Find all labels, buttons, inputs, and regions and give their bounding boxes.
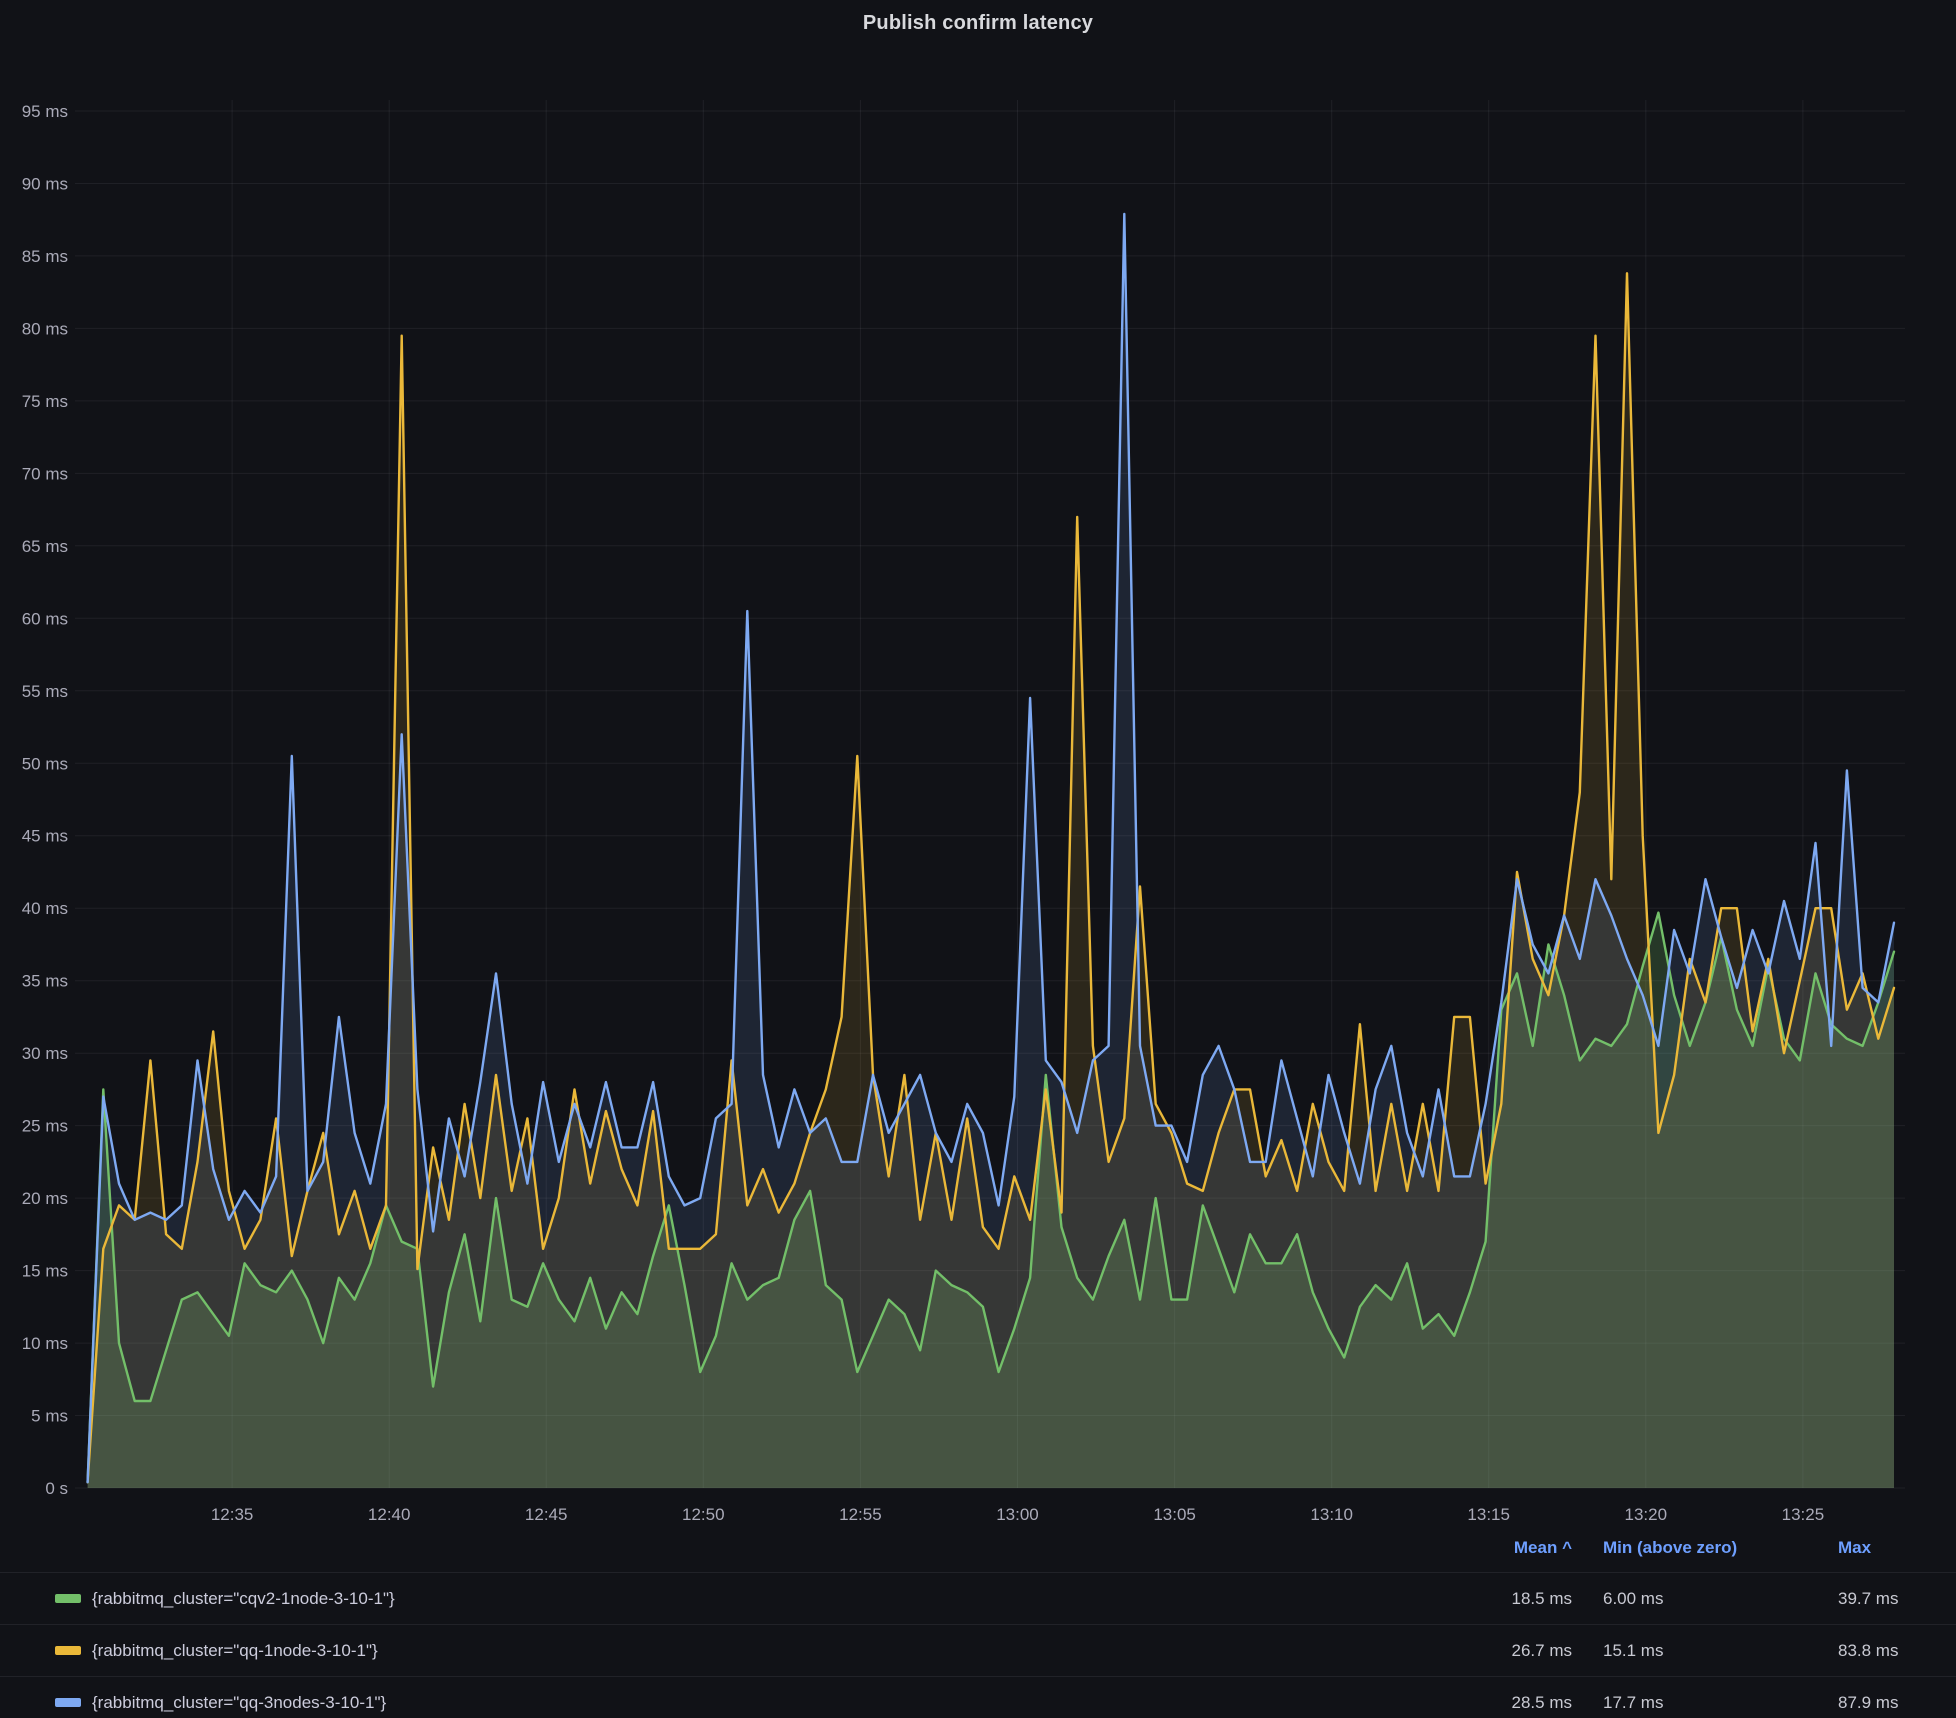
svg-text:10 ms: 10 ms [22, 1334, 68, 1353]
legend-min-value: 6.00 ms [1603, 1589, 1838, 1609]
legend-row-1: {rabbitmq_cluster="qq-1node-3-10-1"} 26.… [0, 1624, 1956, 1676]
x-axis-tick-labels: 12:35 12:40 12:45 12:50 12:55 13:00 13:05 13:10… [211, 1505, 1824, 1524]
legend-rows: {rabbitmq_cluster="cqv2-1node-3-10-1"} 1… [0, 1572, 1956, 1718]
legend-mean-value: 26.7 ms [1483, 1641, 1603, 1661]
svg-text:13:15: 13:15 [1467, 1505, 1510, 1524]
svg-text:90 ms: 90 ms [22, 175, 68, 194]
legend-header-min[interactable]: Min (above zero) [1603, 1538, 1838, 1558]
svg-text:65 ms: 65 ms [22, 537, 68, 556]
series-color-swatch[interactable] [55, 1646, 81, 1655]
series-color-swatch[interactable] [55, 1594, 81, 1603]
svg-text:13:20: 13:20 [1625, 1505, 1668, 1524]
svg-text:50 ms: 50 ms [22, 754, 68, 773]
legend-header-max[interactable]: Max [1838, 1538, 1956, 1558]
svg-text:40 ms: 40 ms [22, 899, 68, 918]
legend-row-0: {rabbitmq_cluster="cqv2-1node-3-10-1"} 1… [0, 1572, 1956, 1624]
svg-text:12:40: 12:40 [368, 1505, 411, 1524]
svg-text:13:05: 13:05 [1153, 1505, 1196, 1524]
series-color-swatch[interactable] [55, 1698, 81, 1707]
svg-text:55 ms: 55 ms [22, 682, 68, 701]
svg-text:80 ms: 80 ms [22, 319, 68, 338]
legend-mean-value: 18.5 ms [1483, 1589, 1603, 1609]
time-series-chart[interactable]: 0 s 5 ms 10 ms 15 ms 20 ms 25 ms 30 ms 35 ms 40 … [0, 0, 1956, 1524]
svg-text:70 ms: 70 ms [22, 464, 68, 483]
svg-text:12:50: 12:50 [682, 1505, 725, 1524]
legend-mean-value: 28.5 ms [1483, 1693, 1603, 1713]
svg-text:45 ms: 45 ms [22, 827, 68, 846]
svg-text:15 ms: 15 ms [22, 1262, 68, 1281]
legend-max-value: 87.9 ms [1838, 1693, 1956, 1713]
legend-series-label[interactable]: {rabbitmq_cluster="qq-3nodes-3-10-1"} [92, 1693, 386, 1713]
svg-text:75 ms: 75 ms [22, 392, 68, 411]
svg-text:60 ms: 60 ms [22, 609, 68, 628]
svg-text:12:35: 12:35 [211, 1505, 254, 1524]
svg-text:13:10: 13:10 [1310, 1505, 1353, 1524]
y-axis-tick-labels: 0 s 5 ms 10 ms 15 ms 20 ms 25 ms 30 ms 35 ms 40 … [22, 102, 68, 1498]
svg-text:13:25: 13:25 [1782, 1505, 1825, 1524]
legend-max-value: 39.7 ms [1838, 1589, 1956, 1609]
legend-min-value: 17.7 ms [1603, 1693, 1838, 1713]
legend-row-2: {rabbitmq_cluster="qq-3nodes-3-10-1"} 28… [0, 1676, 1956, 1718]
legend-series-label[interactable]: {rabbitmq_cluster="qq-1node-3-10-1"} [92, 1641, 378, 1661]
legend-header-row: Mean ^ Min (above zero) Max [0, 1524, 1956, 1572]
svg-text:95 ms: 95 ms [22, 102, 68, 121]
svg-text:30 ms: 30 ms [22, 1044, 68, 1063]
legend-header-mean[interactable]: Mean ^ [1483, 1538, 1603, 1558]
svg-text:25 ms: 25 ms [22, 1117, 68, 1136]
legend-series-label[interactable]: {rabbitmq_cluster="cqv2-1node-3-10-1"} [92, 1589, 395, 1609]
svg-text:12:55: 12:55 [839, 1505, 882, 1524]
legend-max-value: 83.8 ms [1838, 1641, 1956, 1661]
svg-text:12:45: 12:45 [525, 1505, 568, 1524]
svg-text:5 ms: 5 ms [31, 1407, 68, 1426]
svg-text:85 ms: 85 ms [22, 247, 68, 266]
grafana-panel: Publish confirm latency 0 s5 ms10 ms15 m… [0, 0, 1956, 1718]
svg-text:0 s: 0 s [45, 1479, 68, 1498]
legend-table: Mean ^ Min (above zero) Max {rabbitmq_cl… [0, 1524, 1956, 1718]
svg-text:20 ms: 20 ms [22, 1189, 68, 1208]
svg-text:13:00: 13:00 [996, 1505, 1039, 1524]
legend-min-value: 15.1 ms [1603, 1641, 1838, 1661]
svg-text:35 ms: 35 ms [22, 972, 68, 991]
